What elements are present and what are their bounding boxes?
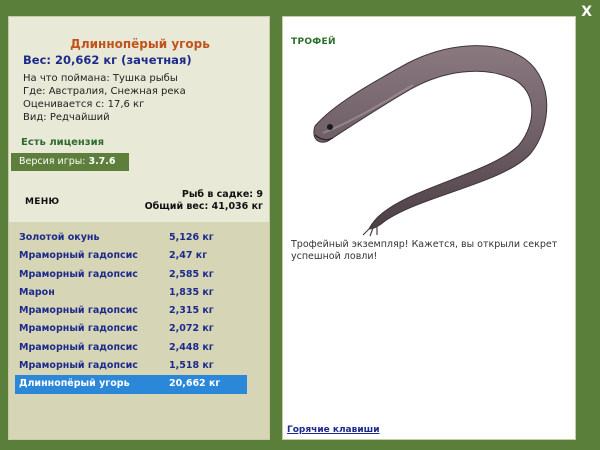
fish-weight: Вес: 20,662 кг (зачетная) — [23, 53, 192, 67]
catch-info-panel: Длиннопёрый угорь Вес: 20,662 кг (зачетн… — [8, 16, 270, 440]
catch-name: Мраморный гадопсис — [19, 323, 138, 335]
catch-weight: 20,662 кг — [169, 378, 221, 390]
fish-bait: На что поймана: Тушка рыбы — [23, 73, 178, 84]
catch-name: Мраморный гадопсис — [19, 360, 138, 372]
catch-weight: 1,518 кг — [169, 360, 214, 372]
trophy-message: Трофейный экземпляр! Кажется, вы открыли… — [291, 239, 558, 262]
catch-row[interactable]: Мраморный гадопсис 2,072 кг — [15, 320, 247, 338]
catch-weight: 2,448 кг — [169, 341, 214, 353]
version-label: Версия игры: — [19, 156, 89, 167]
catch-name: Золотой окунь — [19, 232, 100, 243]
catch-weight: 2,585 кг — [169, 268, 214, 280]
trophy-panel: ТРОФЕЙ Трофейный экземпляр! Кажется, вы … — [282, 16, 576, 440]
catch-weight: 1,835 кг — [169, 286, 214, 298]
fish-value: Оценивается с: 17,6 кг — [23, 99, 145, 110]
catch-name: Мраморный гадопсис — [19, 305, 138, 317]
catch-name: Длиннопёрый угорь — [19, 378, 130, 390]
license-status: Есть лицензия — [21, 137, 105, 148]
catch-name: Мраморный гадопсис — [19, 250, 138, 262]
version-number: 3.7.6 — [88, 156, 116, 167]
fish-name: Длиннопёрый угорь — [70, 37, 210, 51]
catch-name: Марон — [19, 286, 55, 298]
catch-list: Золотой окунь 5,126 кг Мраморный гадопсис… — [15, 229, 247, 394]
catch-name: Мраморный гадопсис — [19, 341, 138, 353]
catch-row[interactable]: Мраморный гадопсис 1,518 кг — [15, 357, 247, 375]
catch-row[interactable]: Марон 1,835 кг — [15, 284, 247, 302]
game-version: Версия игры: 3.7.6 — [11, 153, 129, 171]
catch-weight: 5,126 кг — [169, 232, 214, 243]
catch-weight: 2,47 кг — [169, 250, 208, 262]
eel-fish-image — [313, 45, 548, 237]
hotkeys-link[interactable]: Горячие клавиши — [287, 425, 380, 435]
catch-row[interactable]: Мраморный гадопсис 2,585 кг — [15, 266, 247, 284]
catch-weight: 2,315 кг — [169, 305, 214, 317]
catch-row[interactable]: Мраморный гадопсис 2,47 кг — [15, 247, 247, 265]
catch-weight: 2,072 кг — [169, 323, 214, 335]
catch-row[interactable]: Золотой окунь 5,126 кг — [15, 229, 247, 247]
catch-row-selected[interactable]: Длиннопёрый угорь 20,662 кг — [15, 375, 247, 394]
catch-row[interactable]: Мраморный гадопсис 2,448 кг — [15, 339, 247, 357]
catch-name: Мраморный гадопсис — [19, 268, 138, 280]
tank-count: Рыб в садке: 9 — [181, 189, 263, 200]
catch-row[interactable]: Мраморный гадопсис 2,315 кг — [15, 302, 247, 320]
tank-summary: Рыб в садке: 9 Общий вес: 41,036 кг — [145, 189, 263, 213]
fish-location: Где: Австралия, Снежная река — [23, 86, 186, 97]
close-icon[interactable]: X — [581, 4, 592, 20]
fish-rarity: Вид: Редчайший — [23, 112, 110, 123]
tank-total-weight: Общий вес: 41,036 кг — [144, 201, 263, 212]
menu-button[interactable]: МЕНЮ — [25, 197, 59, 207]
